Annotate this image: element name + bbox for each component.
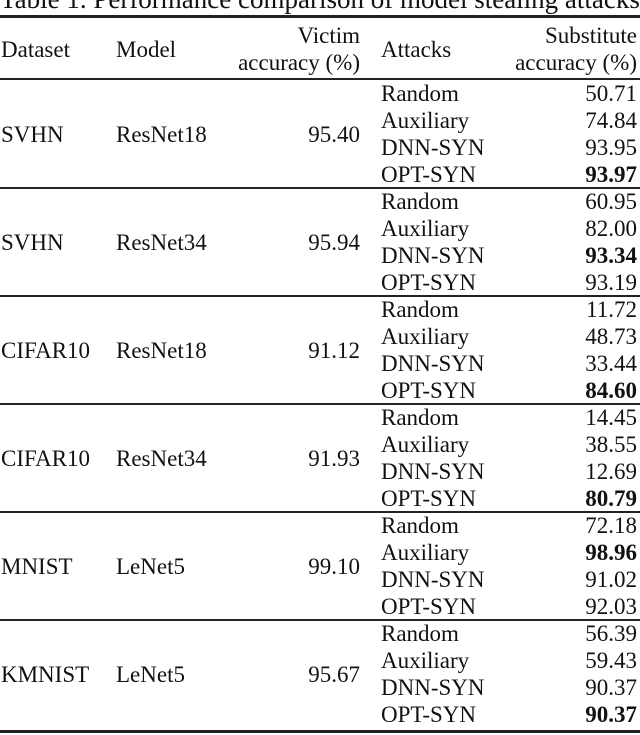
substitute-accuracy-cell: 33.44 — [585, 351, 637, 376]
header-model: Model — [116, 37, 177, 62]
substitute-accuracy-cell: 74.84 — [585, 108, 637, 133]
substitute-accuracy-cell: 12.69 — [585, 459, 637, 484]
attack-cell: Auxiliary — [381, 324, 470, 349]
substitute-accuracy-cell-best: 90.37 — [585, 702, 637, 727]
model-cell: ResNet18 — [116, 337, 207, 363]
header-victim-line1: Victim — [297, 23, 361, 48]
substitute-accuracy-cell: 92.03 — [585, 594, 637, 619]
substitute-accuracy-cell: 90.37 — [585, 675, 637, 700]
attack-cell: Random — [381, 405, 459, 430]
substitute-accuracy-cell: 50.71 — [585, 81, 637, 106]
header-victim-line2: accuracy (%) — [238, 50, 360, 75]
substitute-accuracy-cell: 82.00 — [585, 216, 637, 241]
dataset-cell: CIFAR10 — [1, 445, 91, 471]
attack-cell: OPT-SYN — [381, 702, 477, 727]
top-rule — [0, 15, 640, 18]
attack-cell: DNN-SYN — [381, 135, 485, 160]
victim-accuracy-cell: 95.67 — [308, 661, 360, 687]
group-separator — [0, 619, 640, 621]
substitute-accuracy-cell-best: 80.79 — [585, 486, 637, 511]
attack-cell: Auxiliary — [381, 432, 470, 457]
table-caption: Table 1. Performance comparison of model… — [0, 0, 640, 14]
substitute-accuracy-cell: 72.18 — [585, 513, 637, 538]
group-separator — [0, 187, 640, 189]
attack-cell: OPT-SYN — [381, 594, 477, 619]
attack-cell: Auxiliary — [381, 540, 470, 565]
group-separator — [0, 511, 640, 513]
victim-accuracy-cell: 95.94 — [308, 229, 360, 255]
substitute-accuracy-cell-best: 93.34 — [585, 243, 637, 268]
model-cell: LeNet5 — [116, 553, 185, 579]
attack-cell: Random — [381, 297, 459, 322]
attack-cell: DNN-SYN — [381, 243, 485, 268]
dataset-cell: CIFAR10 — [1, 337, 91, 363]
attack-cell: DNN-SYN — [381, 459, 485, 484]
header-attacks: Attacks — [381, 37, 452, 62]
header-rule — [0, 78, 640, 80]
model-cell: ResNet34 — [116, 229, 207, 255]
attack-cell: OPT-SYN — [381, 162, 477, 187]
substitute-accuracy-cell: 93.19 — [585, 270, 637, 295]
substitute-accuracy-cell: 11.72 — [586, 297, 637, 322]
attack-cell: OPT-SYN — [381, 486, 477, 511]
attack-cell: Random — [381, 621, 459, 646]
substitute-accuracy-cell: 59.43 — [585, 648, 637, 673]
victim-accuracy-cell: 91.93 — [308, 445, 360, 471]
header-dataset: Dataset — [1, 37, 70, 62]
victim-accuracy-cell: 95.40 — [308, 121, 360, 147]
substitute-accuracy-cell-best: 84.60 — [585, 378, 637, 403]
attack-cell: Random — [381, 189, 459, 214]
substitute-accuracy-cell: 93.95 — [585, 135, 637, 160]
model-cell: ResNet18 — [116, 121, 207, 147]
attack-cell: DNN-SYN — [381, 567, 485, 592]
substitute-accuracy-cell: 38.55 — [585, 432, 637, 457]
attack-cell: OPT-SYN — [381, 378, 477, 403]
model-cell: LeNet5 — [116, 661, 185, 687]
substitute-accuracy-cell-best: 98.96 — [585, 540, 637, 565]
group-separator — [0, 403, 640, 405]
header-substitute-line2: accuracy (%) — [515, 50, 637, 75]
attack-cell: Auxiliary — [381, 108, 470, 133]
substitute-accuracy-cell: 56.39 — [585, 621, 637, 646]
attack-cell: Auxiliary — [381, 216, 470, 241]
attack-cell: OPT-SYN — [381, 270, 477, 295]
header-substitute-line1: Substitute — [544, 23, 637, 48]
substitute-accuracy-cell: 91.02 — [585, 567, 637, 592]
bottom-rule — [0, 730, 640, 733]
dataset-cell: SVHN — [1, 229, 64, 255]
dataset-cell: KMNIST — [1, 661, 90, 687]
dataset-cell: SVHN — [1, 121, 64, 147]
substitute-accuracy-cell: 14.45 — [585, 405, 637, 430]
dataset-cell: MNIST — [1, 553, 73, 579]
attack-cell: Random — [381, 513, 459, 538]
attack-cell: Random — [381, 81, 459, 106]
group-separator — [0, 295, 640, 297]
substitute-accuracy-cell-best: 93.97 — [585, 162, 637, 187]
attack-cell: DNN-SYN — [381, 351, 485, 376]
model-cell: ResNet34 — [116, 445, 207, 471]
substitute-accuracy-cell: 48.73 — [585, 324, 637, 349]
substitute-accuracy-cell: 60.95 — [585, 189, 637, 214]
attack-cell: Auxiliary — [381, 648, 470, 673]
victim-accuracy-cell: 91.12 — [308, 337, 360, 363]
victim-accuracy-cell: 99.10 — [308, 553, 360, 579]
attack-cell: DNN-SYN — [381, 675, 485, 700]
